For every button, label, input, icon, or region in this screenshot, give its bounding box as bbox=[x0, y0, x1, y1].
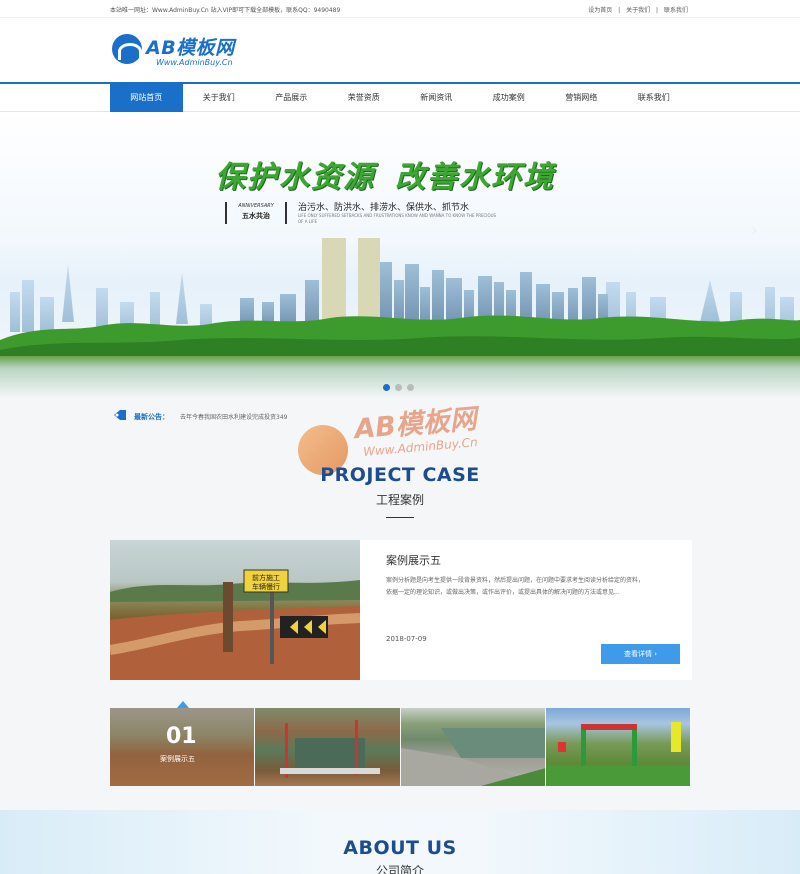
watermark-logo: AB模板网 Www.AdminBuy.Cn bbox=[298, 400, 528, 475]
case-sign-text: 前方施工 bbox=[252, 573, 280, 582]
nav-item-contact[interactable]: 联系我们 bbox=[618, 84, 691, 112]
nav-item-about[interactable]: 关于我们 bbox=[183, 84, 256, 112]
banner-stamp: ANNIVERSARY 五水共治 bbox=[225, 202, 287, 224]
page: 本站唯一网址：Www.AdminBuy.Cn 站入VIP即可下载全部模板，联系Q… bbox=[0, 0, 800, 874]
case-title[interactable]: 案例展示五 bbox=[386, 552, 441, 568]
logo-url: Www.AdminBuy.Cn bbox=[156, 58, 233, 67]
thumb-label: 案例展示五 bbox=[160, 755, 195, 763]
case-sign-text: 车辆慢行 bbox=[252, 582, 280, 591]
banner-title: 保护水资源 改善水环境 bbox=[215, 152, 555, 196]
view-details-button[interactable]: 查看详情 › bbox=[601, 644, 680, 664]
slider-dot[interactable] bbox=[383, 384, 390, 391]
active-thumb-pointer bbox=[177, 701, 189, 708]
case-image[interactable]: 前方施工 车辆慢行 bbox=[110, 540, 360, 680]
top-link-separator: | bbox=[656, 7, 659, 14]
construction-gate-image bbox=[545, 722, 690, 786]
banner-title-right: 改善水环境 bbox=[395, 160, 555, 195]
main-nav: 网站首页 关于我们 产品展示 荣誉资质 新闻资讯 成功案例 营销网络 联系我们 bbox=[0, 82, 800, 112]
logo-icon bbox=[112, 34, 142, 64]
slider-dot[interactable] bbox=[395, 384, 402, 391]
nav-item-news[interactable]: 新闻资讯 bbox=[400, 84, 473, 112]
banner-next-arrow-icon[interactable]: › bbox=[751, 220, 758, 241]
banner-subtitle-en: LIFE ONLY SUFFERED SETBACKS AND FRUSTRAT… bbox=[298, 213, 497, 224]
header: AB模板网 Www.AdminBuy.Cn bbox=[0, 18, 800, 82]
banner-stamp-cn: 五水共治 bbox=[242, 212, 270, 220]
nav-item-home[interactable]: 网站首页 bbox=[110, 84, 183, 112]
site-logo[interactable]: AB模板网 Www.AdminBuy.Cn bbox=[112, 32, 252, 72]
case-thumb-active[interactable]: 01 案例展示五 bbox=[110, 708, 255, 786]
top-bar: 本站唯一网址：Www.AdminBuy.Cn 站入VIP即可下载全部模板，联系Q… bbox=[0, 0, 800, 18]
case-description: 案例分析题是向考生提供一段背景资料，然后提出问题，在问题中要求考生阅读分析给定的… bbox=[386, 577, 645, 596]
case-thumb[interactable] bbox=[545, 708, 690, 786]
banner-title-left: 保护水资源 bbox=[215, 160, 375, 195]
trench-site-image bbox=[280, 720, 381, 778]
nav-item-products[interactable]: 产品展示 bbox=[255, 84, 328, 112]
announcement-text[interactable]: 去年今春我国农田水利建设完成投资349 bbox=[180, 412, 287, 421]
banner-subtitle: 治污水、防洪水、排涝水、保供水、抓节水 bbox=[298, 203, 470, 213]
slider-dot[interactable] bbox=[407, 384, 414, 391]
about-heading-cn: 公司简介 bbox=[375, 864, 424, 874]
top-link-home[interactable]: 设为首页 bbox=[588, 7, 612, 14]
section-divider bbox=[386, 517, 414, 518]
project-heading-en: PROJECT CASE bbox=[320, 464, 480, 486]
hero-banner[interactable]: 保护水资源 改善水环境 ANNIVERSARY 五水共治 治污水、防洪水、排涝水、… bbox=[0, 112, 800, 398]
case-thumb[interactable] bbox=[255, 708, 400, 786]
banner-stamp-en: ANNIVERSARY bbox=[238, 203, 274, 209]
top-links: 设为首页 | 关于我们 | 联系我们 bbox=[586, 5, 690, 14]
megaphone-icon bbox=[114, 410, 126, 420]
about-heading-en: ABOUT US bbox=[343, 837, 457, 859]
case-thumb[interactable] bbox=[400, 708, 545, 786]
site-notice: 本站唯一网址：Www.AdminBuy.Cn 站入VIP即可下载全部模板，联系Q… bbox=[110, 7, 341, 14]
nav-item-network[interactable]: 营销网络 bbox=[545, 84, 618, 112]
about-section: ABOUT US 公司简介 bbox=[0, 810, 800, 874]
project-heading-cn: 工程案例 bbox=[375, 493, 424, 507]
thumb-number: 01 bbox=[166, 724, 197, 749]
river-embankment-image bbox=[400, 728, 545, 786]
case-date: 2018-07-09 bbox=[386, 635, 427, 643]
top-link-separator: | bbox=[618, 7, 621, 14]
nav-item-cases[interactable]: 成功案例 bbox=[473, 84, 546, 112]
construction-site-image: 前方施工 车辆慢行 bbox=[110, 569, 360, 680]
case-card[interactable]: 前方施工 车辆慢行 案例展示五 案例分析题是向考生提供一段背景资料，然后提出问题… bbox=[110, 540, 692, 680]
top-link-contact[interactable]: 联系我们 bbox=[664, 7, 688, 14]
slider-dots bbox=[383, 384, 414, 391]
announcement-label: 最新公告： bbox=[134, 413, 169, 421]
case-thumbnails: 01 案例展示五 bbox=[110, 708, 690, 786]
top-link-about[interactable]: 关于我们 bbox=[626, 7, 650, 14]
logo-name: AB模板网 bbox=[146, 37, 235, 59]
nav-item-honors[interactable]: 荣誉资质 bbox=[328, 84, 401, 112]
